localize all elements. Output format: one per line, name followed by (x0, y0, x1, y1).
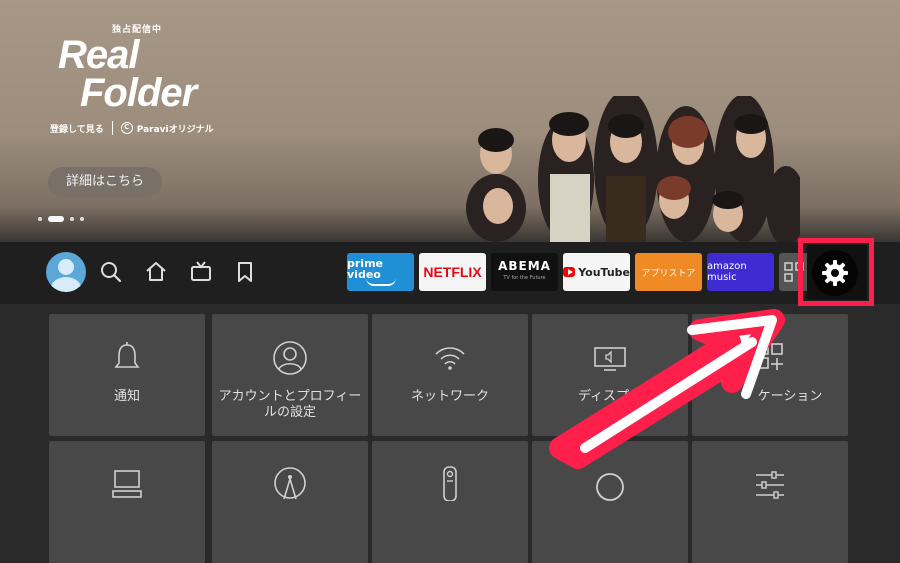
computer-icon (112, 470, 142, 498)
apps-add-icon (757, 343, 783, 370)
user-icon (51, 259, 81, 292)
search-icon[interactable] (98, 259, 124, 285)
banner-title: Real Folder (58, 35, 197, 115)
account-icon (273, 341, 307, 375)
tile-equipment[interactable] (49, 441, 205, 563)
app-row: prime video NETFLIX ABEMA TV for the Fut… (347, 253, 809, 291)
tile-label-line2: ルの設定 (263, 405, 316, 420)
app-amazon-music[interactable]: amazon music (707, 253, 774, 291)
antenna-icon (274, 467, 306, 500)
banner-subtitle: 登録して見る (50, 124, 104, 135)
tile-display-sound[interactable]: ディスプレ サ (532, 314, 688, 436)
app-appstore[interactable]: アプリストア (635, 253, 702, 291)
highlight-box (798, 238, 874, 306)
carousel-dot (80, 217, 84, 221)
paravi-logo-icon: C (120, 122, 133, 134)
remote-icon (443, 466, 457, 501)
app-abema[interactable]: ABEMA TV for the Future (491, 253, 558, 291)
live-tv-icon[interactable] (188, 259, 214, 285)
banner-title-line2: Folder (80, 71, 197, 115)
cast-photo (466, 96, 800, 242)
details-button[interactable]: 詳細はこちら (48, 167, 162, 197)
tile-label: ネットワーク (410, 389, 489, 404)
tile-label: アカウントとプロフィー ルの設定 (216, 389, 364, 421)
divider (111, 121, 113, 135)
banner-subtitle-row: 登録して見る C Paraviオリジナル (50, 121, 214, 135)
app-prime-video[interactable]: prime video (347, 253, 414, 291)
bell-icon (114, 342, 140, 368)
carousel-dot (70, 217, 74, 221)
tile-label-line1: アカウントとプロフィー (218, 389, 362, 404)
wifi-icon (435, 347, 465, 370)
carousel-dot-active (48, 216, 64, 222)
carousel-indicator (38, 216, 84, 222)
tile-label: 通知 (113, 389, 140, 404)
featured-banner[interactable]: 独占配信中 Real Folder 登録して見る C Paraviオリジナル 詳… (0, 0, 900, 242)
app-label: ABEMA (498, 259, 551, 273)
tile-antenna[interactable] (212, 441, 368, 563)
tile-label-line2: サ (603, 405, 617, 420)
tile-applications[interactable]: ケーション (692, 314, 848, 436)
tile-remote[interactable] (372, 441, 528, 563)
app-youtube[interactable]: YouTube (563, 253, 630, 291)
home-icon[interactable] (143, 259, 169, 285)
tile-label: ディスプレ サ (536, 389, 684, 421)
tile-notifications[interactable]: 通知 (49, 314, 205, 436)
app-tagline: TV for the Future (503, 275, 546, 281)
tile-alexa[interactable] (532, 441, 688, 563)
tile-label: ケーション (757, 389, 823, 404)
brand-label: Paraviオリジナル (136, 124, 214, 135)
paravi-brand: C Paraviオリジナル (120, 122, 214, 135)
app-label: prime video (347, 257, 383, 281)
tile-account-profile[interactable]: アカウントとプロフィー ルの設定 (212, 314, 368, 436)
display-sound-icon (594, 347, 626, 371)
sliders-icon (756, 471, 784, 499)
tile-label-line1: ディスプレ (577, 389, 643, 404)
carousel-dot (38, 217, 42, 221)
smile-icon (365, 278, 396, 286)
tile-preferences[interactable] (692, 441, 848, 563)
youtube-play-icon (563, 267, 576, 277)
tile-network[interactable]: ネットワーク (372, 314, 528, 436)
bookmark-icon[interactable] (232, 259, 258, 285)
profile-avatar[interactable] (46, 252, 86, 292)
alexa-icon (596, 473, 624, 501)
app-netflix[interactable]: NETFLIX (419, 253, 486, 291)
app-label: YouTube (578, 265, 630, 279)
